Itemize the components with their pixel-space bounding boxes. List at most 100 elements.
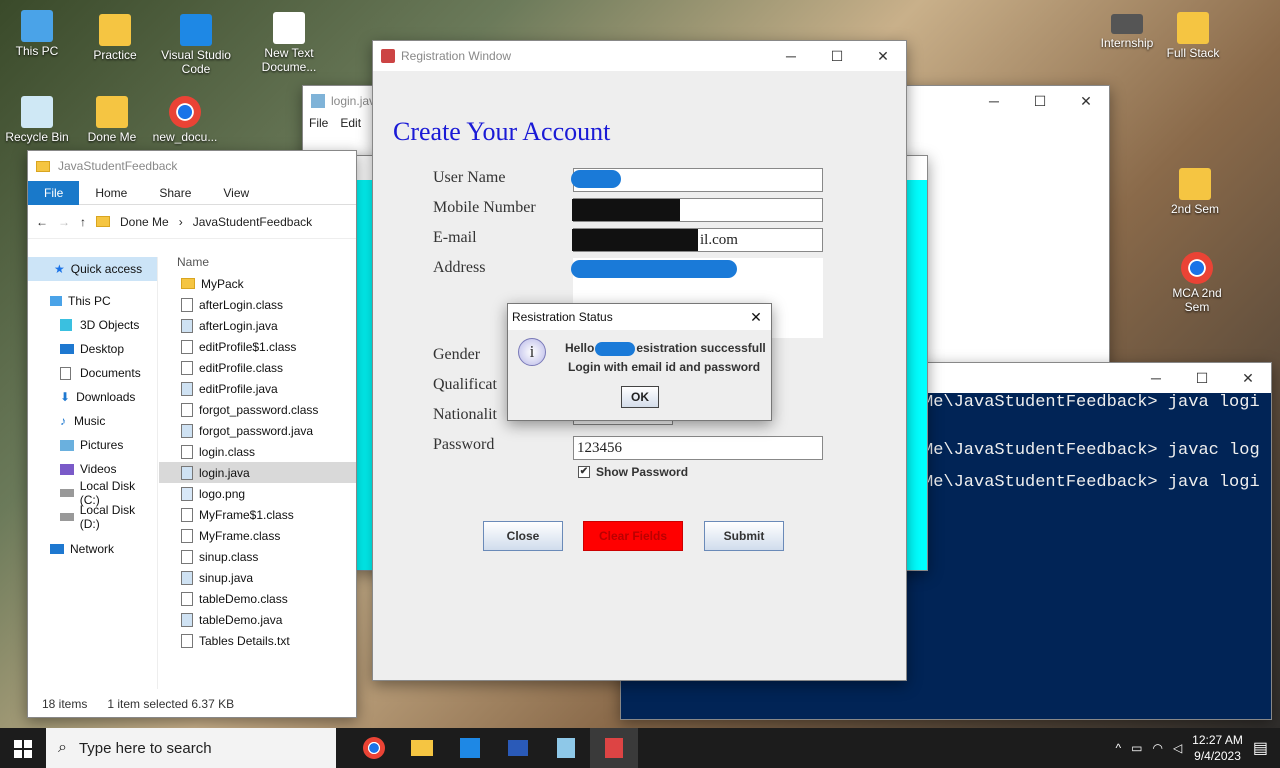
taskbar-explorer[interactable] xyxy=(398,728,446,768)
address-bar[interactable]: ← → ↑ Done Me › JavaStudentFeedback xyxy=(28,205,356,239)
wifi-icon[interactable]: ◠ xyxy=(1152,741,1162,755)
list-item[interactable]: MyFrame$1.class xyxy=(159,504,356,525)
nav-music[interactable]: ♪ Music xyxy=(28,409,157,433)
nav-quick-access[interactable]: ★ Quick access xyxy=(28,257,157,281)
desktop-icon-recycle-bin[interactable]: Recycle Bin xyxy=(2,96,72,144)
back-arrow-icon[interactable]: ← xyxy=(36,215,48,229)
nav-pictures[interactable]: Pictures xyxy=(28,433,157,457)
clock[interactable]: 12:27 AM 9/4/2023 xyxy=(1192,732,1243,764)
menu-file[interactable]: File xyxy=(309,116,328,130)
nav-3d-objects[interactable]: 3D Objects xyxy=(28,313,157,337)
list-item[interactable]: Tables Details.txt xyxy=(159,630,356,651)
list-item[interactable]: logo.png xyxy=(159,483,356,504)
list-item[interactable]: sinup.class xyxy=(159,546,356,567)
list-item[interactable]: sinup.java xyxy=(159,567,356,588)
desktop-icon-vscode[interactable]: Visual Studio Code xyxy=(161,14,231,76)
notification-icon[interactable]: ▤ xyxy=(1253,738,1268,758)
folder-icon xyxy=(96,96,128,128)
list-item[interactable]: forgot_password.java xyxy=(159,420,356,441)
explorer-title: JavaStudentFeedback xyxy=(58,159,178,173)
explorer-titlebar[interactable]: JavaStudentFeedback xyxy=(28,151,356,181)
tab-view[interactable]: View xyxy=(207,181,265,205)
taskbar-java[interactable] xyxy=(590,728,638,768)
nav-videos[interactable]: Videos xyxy=(28,457,157,481)
desktop-icon-mca-2nd-sem[interactable]: MCA 2nd Sem xyxy=(1162,252,1232,314)
tab-file[interactable]: File xyxy=(28,180,80,205)
minimize-icon[interactable]: ─ xyxy=(971,93,1017,110)
taskbar-notepad[interactable] xyxy=(542,728,590,768)
chevron-right-icon: › xyxy=(178,214,183,229)
list-item[interactable]: tableDemo.java xyxy=(159,609,356,630)
volume-icon[interactable]: ◁ xyxy=(1173,741,1182,755)
list-item[interactable]: tableDemo.class xyxy=(159,588,356,609)
list-item[interactable]: login.class xyxy=(159,441,356,462)
file-explorer-window[interactable]: JavaStudentFeedback File Home Share View… xyxy=(27,150,357,718)
breadcrumb-current[interactable]: JavaStudentFeedback xyxy=(193,215,312,229)
disk-icon xyxy=(60,513,74,521)
desktop-icon-practice[interactable]: Practice xyxy=(80,14,150,62)
desktop-icon-2nd-sem[interactable]: 2nd Sem xyxy=(1160,168,1230,216)
chrome-icon xyxy=(1181,252,1213,284)
taskbar-vscode[interactable] xyxy=(446,728,494,768)
chevron-up-icon[interactable]: ^ xyxy=(1115,741,1121,755)
folder-icon xyxy=(99,14,131,46)
dialog-titlebar[interactable]: Resistration Status ✕ xyxy=(508,304,771,330)
folder-icon xyxy=(411,740,433,756)
nav-documents[interactable]: Documents xyxy=(28,361,157,385)
list-item[interactable]: forgot_password.class xyxy=(159,399,356,420)
list-item[interactable]: editProfile.class xyxy=(159,357,356,378)
ok-button[interactable]: OK xyxy=(621,386,659,408)
nav-network[interactable]: Network xyxy=(28,537,157,561)
windows-start-icon[interactable] xyxy=(14,740,32,758)
password-field[interactable]: 123456 xyxy=(573,436,823,460)
list-item[interactable]: editProfile$1.class xyxy=(159,336,356,357)
close-icon[interactable]: ✕ xyxy=(741,309,771,326)
list-item[interactable]: MyPack xyxy=(159,273,356,294)
desktop-icon-new-docu[interactable]: new_docu... xyxy=(150,96,220,144)
nav-downloads[interactable]: ⬇ Downloads xyxy=(28,385,157,409)
maximize-icon[interactable]: ☐ xyxy=(1017,93,1063,110)
desktop-icon-done-me[interactable]: Done Me xyxy=(77,96,147,144)
nav-local-disk-c[interactable]: Local Disk (C:) xyxy=(28,479,157,507)
minimize-icon[interactable]: ─ xyxy=(1133,370,1179,387)
submit-button[interactable]: Submit xyxy=(704,521,784,551)
nav-this-pc[interactable]: This PC xyxy=(28,289,157,313)
close-icon[interactable]: ✕ xyxy=(1225,370,1271,387)
maximize-icon[interactable]: ☐ xyxy=(814,48,860,65)
breadcrumb-done-me[interactable]: Done Me xyxy=(120,215,169,229)
close-icon[interactable]: ✕ xyxy=(860,48,906,65)
console-line: Me\JavaStudentFeedback> java logi xyxy=(923,393,1260,412)
nav-desktop[interactable]: Desktop xyxy=(28,337,157,361)
maximize-icon[interactable]: ☐ xyxy=(1179,370,1225,387)
tab-home[interactable]: Home xyxy=(79,181,143,205)
list-item[interactable]: afterLogin.class xyxy=(159,294,356,315)
list-item[interactable]: editProfile.java xyxy=(159,378,356,399)
battery-icon[interactable]: ▭ xyxy=(1131,741,1142,755)
show-password-checkbox[interactable]: ✔ Show Password xyxy=(578,465,688,479)
clear-fields-button[interactable]: Clear Fields xyxy=(583,521,683,551)
list-item[interactable]: afterLogin.java xyxy=(159,315,356,336)
desktop-icon-internship[interactable]: Internship xyxy=(1092,14,1162,50)
chrome-icon xyxy=(363,737,385,759)
registration-status-dialog[interactable]: Resistration Status ✕ i Hello esistration… xyxy=(507,303,772,421)
list-item-selected[interactable]: login.java xyxy=(159,462,356,483)
document-icon xyxy=(60,366,71,380)
nav-local-disk-d[interactable]: Local Disk (D:) xyxy=(28,503,157,531)
forward-arrow-icon[interactable]: → xyxy=(58,215,70,229)
desktop-icon-this-pc[interactable]: This PC xyxy=(2,10,72,58)
taskbar-search[interactable]: ⌕ Type here to search xyxy=(46,728,336,768)
column-header-name[interactable]: Name xyxy=(159,251,356,273)
tab-share[interactable]: Share xyxy=(143,181,207,205)
taskbar-powershell[interactable] xyxy=(494,728,542,768)
taskbar-chrome[interactable] xyxy=(350,728,398,768)
up-arrow-icon[interactable]: ↑ xyxy=(80,215,86,229)
close-icon[interactable]: ✕ xyxy=(1063,93,1109,110)
desktop-icon-full-stack[interactable]: Full Stack xyxy=(1158,12,1228,60)
java-file-icon xyxy=(181,612,193,627)
menu-edit[interactable]: Edit xyxy=(340,116,361,130)
registration-titlebar[interactable]: Registration Window ─ ☐ ✕ xyxy=(373,41,906,71)
list-item[interactable]: MyFrame.class xyxy=(159,525,356,546)
minimize-icon[interactable]: ─ xyxy=(768,48,814,65)
desktop-icon-new-text[interactable]: New Text Docume... xyxy=(254,12,324,74)
close-button[interactable]: Close xyxy=(483,521,563,551)
